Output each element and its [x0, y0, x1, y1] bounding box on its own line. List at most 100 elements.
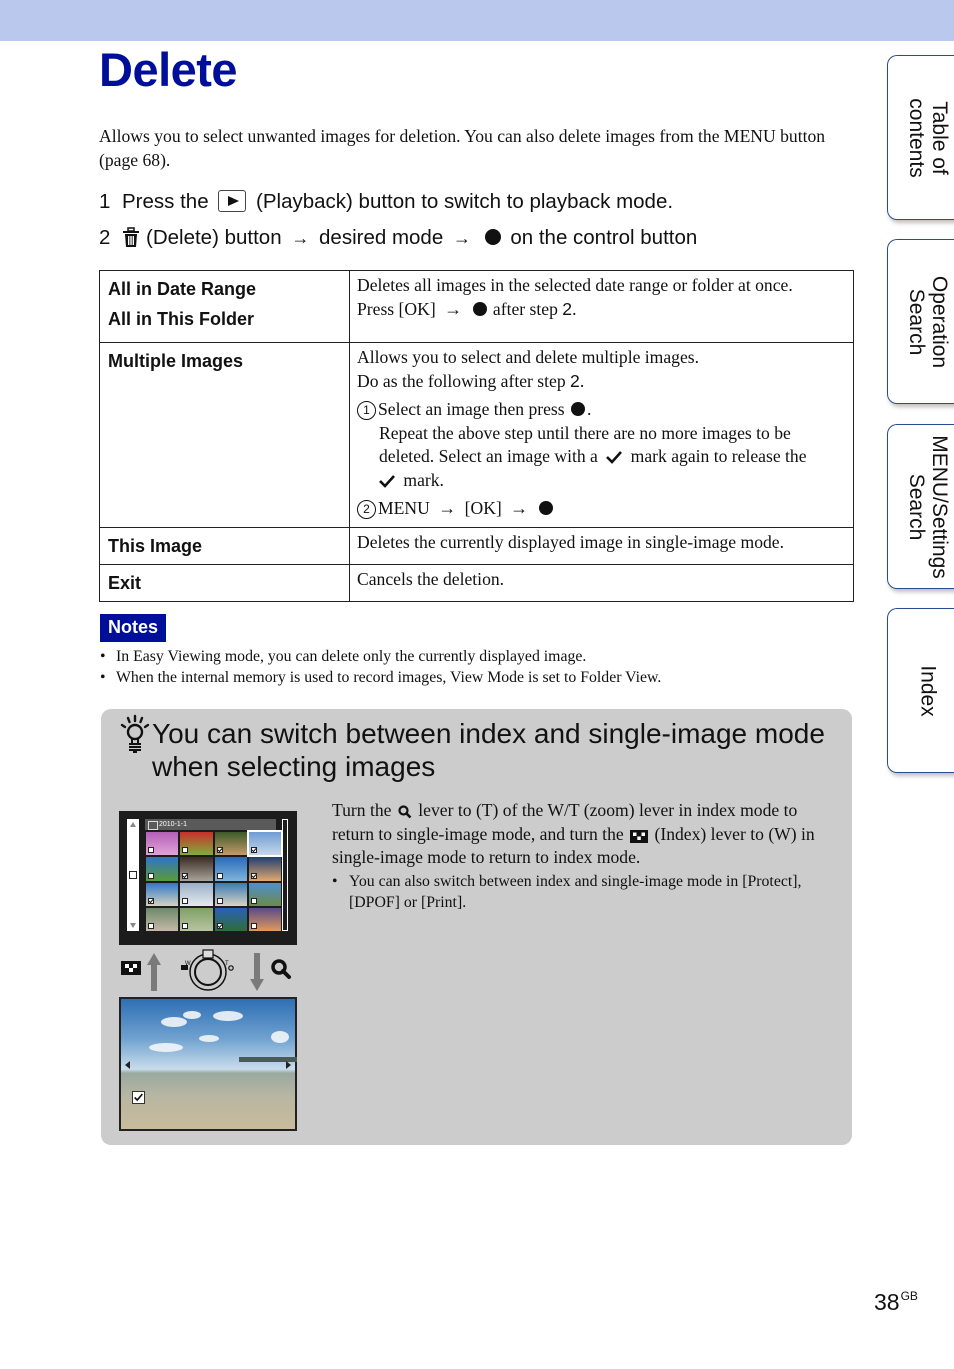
description-line: Deletes all images in the selected date … [357, 275, 793, 295]
trash-icon [123, 227, 139, 247]
index-icon [121, 961, 141, 975]
description-text: mark. [403, 469, 444, 490]
checked-checkbox-icon [250, 872, 257, 879]
checked-checkbox-icon [216, 923, 223, 929]
thumbnail-grid [146, 829, 284, 931]
index-scrollbar [282, 819, 288, 931]
page-number-suffix: GB [900, 1289, 918, 1303]
mode-name-cell: Exit [99, 563, 350, 602]
intro-paragraph: Allows you to select unwanted images for… [99, 126, 826, 170]
step-reference: 2 [562, 298, 573, 319]
checkbox-icon [182, 923, 189, 929]
checkmark-icon [379, 474, 395, 488]
table-row: This Image Deletes the currently display… [99, 526, 854, 565]
step-1: 1 Press the (Playback) button to switch t… [99, 189, 673, 215]
thumbnail [180, 857, 213, 881]
description-text: . [572, 298, 577, 319]
description-line: Deletes the currently displayed image in… [357, 531, 785, 552]
control-button-center-icon [484, 229, 501, 245]
previous-image-icon [125, 1061, 130, 1069]
checkbox-icon [250, 923, 257, 929]
thumbnail [146, 857, 179, 881]
notes-badge: Notes [100, 614, 166, 642]
thumbnail [180, 907, 213, 931]
description-line: Do as the following after step 2. [357, 370, 846, 394]
thumbnail [214, 832, 247, 856]
tip-text: Turn the lever to (T) of the W/T (zoom) … [332, 799, 837, 914]
page-number: 38GB [874, 1289, 918, 1316]
description-text: [OK] [464, 498, 502, 518]
checkbox-icon [148, 923, 154, 929]
magnifier-icon [398, 805, 412, 819]
page-number-value: 38 [874, 1289, 900, 1315]
thumbnail [180, 832, 213, 856]
checkbox-icon [216, 872, 223, 879]
description-text: MENU [378, 498, 430, 518]
arrow-icon: → [438, 498, 457, 518]
side-tab-operation-search[interactable]: Operation Search [887, 239, 954, 404]
substep-1: 1 Select an image then press . Repeat the… [357, 398, 846, 492]
side-tab-label: MENU/Settings Search [904, 434, 951, 579]
mode-name-cell: All in Date Range All in This Folder [99, 270, 350, 343]
description-text: mark again to release the [630, 446, 807, 466]
mode-description-cell: Deletes the currently displayed image in… [349, 526, 854, 565]
substep-2: 2 MENU → [OK] → [357, 497, 846, 521]
thumbnail [214, 907, 247, 931]
mode-name-cell: Multiple Images [99, 342, 350, 528]
step-text: on the control button [510, 226, 698, 249]
description-text: . [579, 370, 585, 391]
description-line: deleted. Select an image with a mark aga… [357, 445, 846, 469]
magnifier-icon [271, 959, 291, 979]
index-icon [630, 829, 649, 843]
arrow-icon: → [510, 498, 529, 518]
checked-checkbox-icon [182, 872, 189, 879]
checkbox-icon [216, 897, 223, 904]
side-tab-label: Index [916, 664, 939, 717]
description-text: Press [OK] [357, 298, 436, 319]
notes-list: In Easy Viewing mode, you can delete onl… [99, 646, 859, 688]
mode-name: All in Date Range [108, 279, 257, 299]
mode-description-cell: Allows you to select and delete multiple… [349, 342, 854, 528]
step-text: Press the [122, 190, 209, 213]
wt-lever-dial-icon: W T [181, 949, 234, 991]
checkbox-icon [148, 872, 154, 879]
index-side-strip [127, 819, 139, 931]
description-text: Select an image then press [378, 399, 565, 419]
mode-name: Multiple Images [108, 351, 244, 371]
description-text: deleted. Select an image with a [379, 446, 598, 466]
step-number: 1 [99, 190, 111, 213]
playback-icon [218, 190, 247, 212]
checkbox-icon [129, 871, 137, 879]
control-button-center-icon [538, 501, 553, 515]
thumbnail [146, 907, 179, 931]
single-image-illustration [119, 997, 297, 1131]
thumbnail [248, 882, 281, 906]
side-tab-label: Operation Search [904, 275, 951, 368]
index-date-bar: 2010-1-1 [145, 819, 276, 830]
description-line: Allows you to select and delete multiple… [357, 347, 700, 367]
mode-name-cell: This Image [99, 526, 350, 565]
tip-title: You can switch between index and single-… [152, 718, 825, 782]
thumbnail [246, 829, 284, 858]
scroll-up-icon [130, 822, 136, 827]
control-button-center-icon [472, 301, 487, 316]
tip-paragraph: Turn the lever to (T) of the W/T (zoom) … [332, 799, 837, 870]
tip-text-part: Turn the [332, 800, 392, 820]
step-reference: 2 [570, 370, 580, 391]
mode-name: Exit [108, 572, 142, 593]
side-tab-table-of-contents[interactable]: Table of contents [887, 55, 954, 220]
side-tab-menu-settings-search[interactable]: MENU/Settings Search [887, 424, 954, 589]
step-2: 2 (Delete) button → desired mode → on th… [99, 225, 697, 251]
side-tab-label: Table of contents [904, 97, 951, 178]
checkbox-icon [182, 847, 189, 854]
tip-box: You can switch between index and single-… [101, 709, 852, 1145]
side-tab-index[interactable]: Index [887, 608, 954, 773]
checked-checkbox-icon [216, 847, 223, 854]
top-band [0, 0, 954, 41]
thumbnail [180, 882, 213, 906]
checkbox-icon [182, 897, 189, 904]
page-title: Delete [99, 43, 238, 96]
note-item: In Easy Viewing mode, you can delete onl… [99, 646, 859, 667]
step-number: 2 [99, 226, 111, 249]
mode-description-cell: Cancels the deletion. [349, 563, 854, 602]
